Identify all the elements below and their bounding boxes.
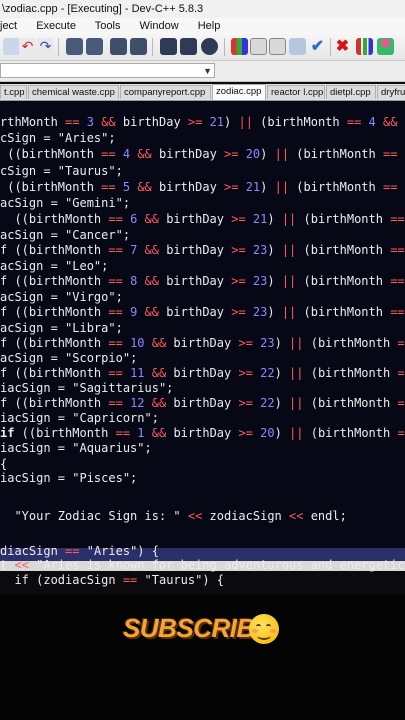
code-line: acSign = "Libra"; [0,321,123,335]
function-combo[interactable]: ▼ [0,63,215,78]
tab-chemical-waste[interactable]: chemical waste.cpp [28,85,119,99]
code-line: iacSign = "Capricorn"; [0,411,159,425]
code-line: ((birthMonth == 6 && birthDay >= 21) || … [0,212,405,226]
user-icon[interactable] [377,38,394,55]
code-line: t << "Aries is known for being adventuro… [0,558,405,572]
chevron-down-icon[interactable]: ▼ [203,65,212,77]
check-icon[interactable]: ✔ [309,38,326,55]
replace-icon[interactable] [86,38,103,55]
toolbar-separator [330,38,331,56]
toolbar-separator [152,38,153,56]
code-line: acSign = "Gemini"; [0,196,131,210]
code-line: f ((birthMonth == 7 && birthDay >= 23) |… [0,243,405,257]
menu-window[interactable]: Window [140,20,179,32]
code-line: f ((birthMonth == 11 && birthDay >= 22) … [0,366,405,380]
code-line: { [0,457,8,471]
eye-right [266,624,271,629]
menu-tools[interactable]: Tools [95,20,121,32]
code-line: iacSign = "Aquarius"; [0,441,152,455]
new-file-icon[interactable] [3,38,20,55]
code-line: if ((birthMonth == 1 && birthDay >= 20) … [0,426,405,440]
mouth [257,631,271,640]
stop-icon[interactable] [201,38,218,55]
toolbar-separator [58,38,59,56]
code-line: acSign = "Leo"; [0,259,109,273]
window-title-bar: \zodiac.cpp - [Executing] - Dev-C++ 5.8.… [0,0,405,18]
tab-companyreport[interactable]: companyreport.cpp [120,85,211,99]
code-line: cSign = "Taurus"; [0,164,123,178]
code-line: f ((birthMonth == 10 && birthDay >= 23) … [0,336,405,350]
window-title: \zodiac.cpp - [Executing] - Dev-C++ 5.8.… [2,3,204,15]
menu-project[interactable]: ject [0,20,17,32]
code-line: acSign = "Virgo"; [0,290,123,304]
undo-icon[interactable]: ↶ [19,38,36,55]
toolbar-separator [224,38,225,56]
run-icon[interactable] [130,38,147,55]
class-browser-icon[interactable] [250,38,267,55]
code-line: f ((birthMonth == 8 && birthDay >= 23) |… [0,274,405,288]
redo-icon[interactable]: ↷ [37,38,54,55]
smiling-face-icon [249,614,279,644]
code-line: "Your Zodiac Sign is: " << zodiacSign <<… [14,509,347,523]
code-line: f ((birthMonth == 9 && birthDay >= 23) |… [0,305,405,319]
layout-icon[interactable] [231,38,248,55]
window-icon[interactable] [269,38,286,55]
chart-icon[interactable] [356,38,373,55]
step-icon[interactable] [180,38,197,55]
code-line: diacSign == "Aries") { [0,544,159,558]
menu-bar: ject Execute Tools Window Help [0,18,405,34]
code-line: rthMonth == 3 && birthDay >= 21) || (bir… [0,115,405,129]
eye-left [256,624,261,629]
main-toolbar: ↶ ↷ ✔ ✖ [0,34,405,61]
code-line: ((birthMonth == 5 && birthDay >= 21) || … [0,180,405,194]
code-line: acSign = "Scorpio"; [0,351,138,365]
code-line: iacSign = "Sagittarius"; [0,381,174,395]
tab-dietpl[interactable]: dietpl.cpp [326,85,376,99]
code-line: iacSign = "Pisces"; [0,471,138,485]
menu-execute[interactable]: Execute [36,20,76,32]
tab-zodiac[interactable]: zodiac.cpp [212,84,266,100]
debug-icon[interactable] [160,38,177,55]
secondary-toolbar: ▼ [0,61,405,82]
compile-icon[interactable] [110,38,127,55]
grid-icon[interactable] [289,38,306,55]
code-line: f ((birthMonth == 12 && birthDay >= 22) … [0,396,405,410]
code-line: cSign = "Aries"; [0,131,116,145]
tab-dryfru[interactable]: dryfru [377,85,405,99]
code-line: acSign = "Cancer"; [0,228,131,242]
code-line: if (zodiacSign == "Taurus") { [0,573,224,587]
screen-photo: \zodiac.cpp - [Executing] - Dev-C++ 5.8.… [0,0,405,720]
find-icon[interactable] [66,38,83,55]
menu-help[interactable]: Help [198,20,221,32]
tab-t-cpp[interactable]: t.cpp [0,85,27,99]
file-tabs: t.cpp chemical waste.cpp companyreport.c… [0,84,405,101]
close-icon[interactable]: ✖ [334,38,351,55]
tab-reactor[interactable]: reactor l.cpp [267,85,325,99]
code-line: ((birthMonth == 4 && birthDay >= 20) || … [0,147,405,161]
